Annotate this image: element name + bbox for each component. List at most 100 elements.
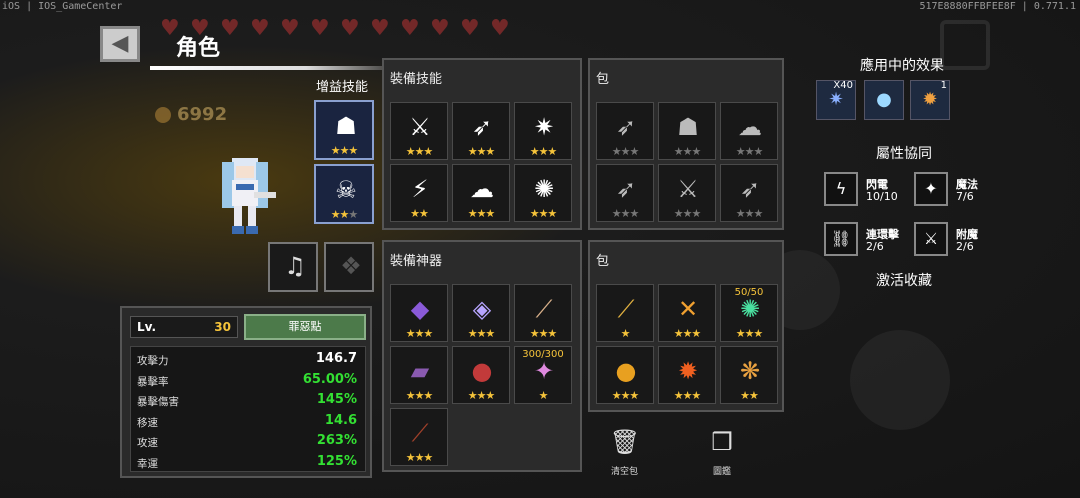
item-icon: ✺ xyxy=(533,175,555,203)
book-icon: ❒ xyxy=(711,428,733,456)
stats-panel: Lv. 30 罪惡點 攻擊力 146.7 暴擊率 65.00% 暴擊傷害 145% 移速 14… xyxy=(120,306,372,478)
item-icon: ➶ xyxy=(471,113,493,141)
rabbit-icon: ❖ xyxy=(340,252,362,280)
bag-skill-slot[interactable]: ☁ ★★★ xyxy=(720,102,778,160)
stat-value: 65.00% xyxy=(302,371,357,387)
item-icon: ⚔ xyxy=(677,175,699,203)
star-rating: ★★★ xyxy=(529,145,558,158)
stat-row: 攻擊力 146.7 xyxy=(137,349,357,369)
heart-icon: ♥ xyxy=(400,16,420,41)
item-icon: ➶ xyxy=(739,175,761,203)
heart-icon: ♥ xyxy=(250,16,270,41)
artifact-slot[interactable]: ⟋ ★★★ xyxy=(514,284,572,342)
buff-skills-label: 增益技能 xyxy=(316,80,369,95)
effect-fire-potion[interactable]: ✹ 1 xyxy=(910,80,950,120)
buff-slot-2[interactable]: ☠ ★★★ xyxy=(314,164,374,224)
back-button[interactable]: ◀ xyxy=(100,26,140,62)
codex-button[interactable]: ❒ xyxy=(705,428,739,462)
synergy-value: 2/6 xyxy=(956,240,974,253)
effect-apple[interactable]: ● xyxy=(864,80,904,120)
stat-value: 14.6 xyxy=(324,412,357,428)
synergy-value: 7/6 xyxy=(956,190,974,203)
item-icon: ⟋ xyxy=(535,295,553,323)
skill-slot[interactable]: ✺ ★★★ xyxy=(514,164,572,222)
effect-count: X40 xyxy=(833,80,853,91)
guitar-icon: ♫ xyxy=(284,252,306,280)
star-rating: ★★★ xyxy=(529,207,558,220)
skill-slot[interactable]: ⚔ ★★★ xyxy=(390,102,448,160)
star-rating: ★ xyxy=(620,327,631,340)
bag-skill-slot[interactable]: ⚔ ★★★ xyxy=(658,164,716,222)
skill-slot[interactable]: ➶ ★★★ xyxy=(452,102,510,160)
star-rating: ★★★ xyxy=(673,207,702,220)
level-value: 30 xyxy=(214,320,231,334)
skill-slot[interactable]: ⚡ ★★ xyxy=(390,164,448,222)
panel-title: 包 xyxy=(596,72,610,87)
bag-artifact-slot[interactable]: ❋ ★★ xyxy=(720,346,778,404)
item-icon: ⚡ xyxy=(411,175,429,203)
artifact-slot[interactable]: ● ★★★ xyxy=(452,346,510,404)
bag-skill-slot[interactable]: ➶ ★★★ xyxy=(596,164,654,222)
buff-slot-1[interactable]: ☗ ★★★ xyxy=(314,100,374,160)
heart-icon: ♥ xyxy=(310,16,330,41)
effect-star-burst[interactable]: ✷ X40 xyxy=(816,80,856,120)
heart-icon: ♥ xyxy=(220,16,240,41)
star-rating: ★★★ xyxy=(405,451,434,464)
weapon-slot[interactable]: ♫ xyxy=(268,242,318,292)
pause-button-bg xyxy=(940,20,990,70)
title-underline xyxy=(150,66,410,70)
artifact-slot[interactable]: ◈ ★★★ xyxy=(452,284,510,342)
system-info-right: 517E8880FFBFEE8F | 0.771.1 xyxy=(919,1,1076,12)
star-rating: ★★ xyxy=(410,207,429,220)
artifacts-bag-panel: 包 ⟋ ★ ✕ ★★★ ✺ 50/50 ★★★ ● ★★★ ✹ ★★★ ❋ ★★ xyxy=(588,240,784,412)
stat-name: 幸運 xyxy=(137,457,158,470)
artifact-slot[interactable]: ✦ 300/300 ★ xyxy=(514,346,572,404)
star-rating: ★★★ xyxy=(405,145,434,158)
bag-artifact-slot[interactable]: ✕ ★★★ xyxy=(658,284,716,342)
heart-icon: ♥ xyxy=(490,16,510,41)
item-icon: ☁ xyxy=(738,113,762,141)
stat-row: 幸運 125% xyxy=(137,452,357,472)
skills-bag-panel: 包 ➶ ★★★ ☗ ★★★ ☁ ★★★ ➶ ★★★ ⚔ ★★★ ➶ ★★★ xyxy=(588,58,784,230)
artifact-slot[interactable]: ▰ ★★★ xyxy=(390,346,448,404)
synergy-enchant[interactable]: ⚔ xyxy=(914,222,948,256)
star-rating: ★★★ xyxy=(611,207,640,220)
synergy-magic[interactable]: ✦ xyxy=(914,172,948,206)
synergy-chain[interactable]: ⛓ xyxy=(824,222,858,256)
synergy-lightning[interactable]: ϟ xyxy=(824,172,858,206)
pet-slot[interactable]: ❖ xyxy=(324,242,374,292)
sin-points-button[interactable]: 罪惡點 xyxy=(244,314,366,340)
enchant-sword-icon: ⚔ xyxy=(923,229,939,248)
heart-icon: ♥ xyxy=(460,16,480,41)
collection-label[interactable]: 激活收藏 xyxy=(876,270,932,290)
artifact-slot[interactable]: ◆ ★★★ xyxy=(390,284,448,342)
star-rating: ★★★ xyxy=(529,327,558,340)
skill-slot[interactable]: ☁ ★★★ xyxy=(452,164,510,222)
equipped-artifacts-panel: 裝備神器 ◆ ★★★ ◈ ★★★ ⟋ ★★★ ▰ ★★★ ● ★★★ ✦ 300/300 ★ ⟋ ★★★ xyxy=(382,240,582,472)
star-rating: ★★★ xyxy=(673,145,702,158)
artifact-slot[interactable]: ⟋ ★★★ xyxy=(390,408,448,466)
item-icon: ❋ xyxy=(739,357,761,385)
star-rating: ★★★ xyxy=(467,207,496,220)
bag-skill-slot[interactable]: ☗ ★★★ xyxy=(658,102,716,160)
item-icon: ◆ xyxy=(410,295,430,323)
bag-artifact-slot[interactable]: ✹ ★★★ xyxy=(658,346,716,404)
item-icon: ▰ xyxy=(410,357,430,385)
star-rating: ★★★ xyxy=(405,389,434,402)
stat-name: 暴擊傷害 xyxy=(137,396,179,408)
stat-row: 暴擊傷害 145% xyxy=(137,390,357,410)
star-rating: ★★★ xyxy=(611,145,640,158)
bag-artifact-slot[interactable]: ● ★★★ xyxy=(596,346,654,404)
item-icon: ✷ xyxy=(533,113,555,141)
bag-skill-slot[interactable]: ➶ ★★★ xyxy=(596,102,654,160)
item-icon: ☁ xyxy=(470,175,494,203)
bag-artifact-slot[interactable]: ✺ 50/50 ★★★ xyxy=(720,284,778,342)
star-rating: ★★★ xyxy=(735,145,764,158)
bag-artifact-slot[interactable]: ⟋ ★ xyxy=(596,284,654,342)
skill-slot[interactable]: ✷ ★★★ xyxy=(514,102,572,160)
clear-bag-button[interactable]: 🗑 xyxy=(607,428,643,462)
bag-skill-slot[interactable]: ➶ ★★★ xyxy=(720,164,778,222)
stat-name: 移速 xyxy=(137,416,158,429)
item-charge: 50/50 xyxy=(734,287,764,298)
fire-potion-icon: ✹ xyxy=(922,89,938,110)
